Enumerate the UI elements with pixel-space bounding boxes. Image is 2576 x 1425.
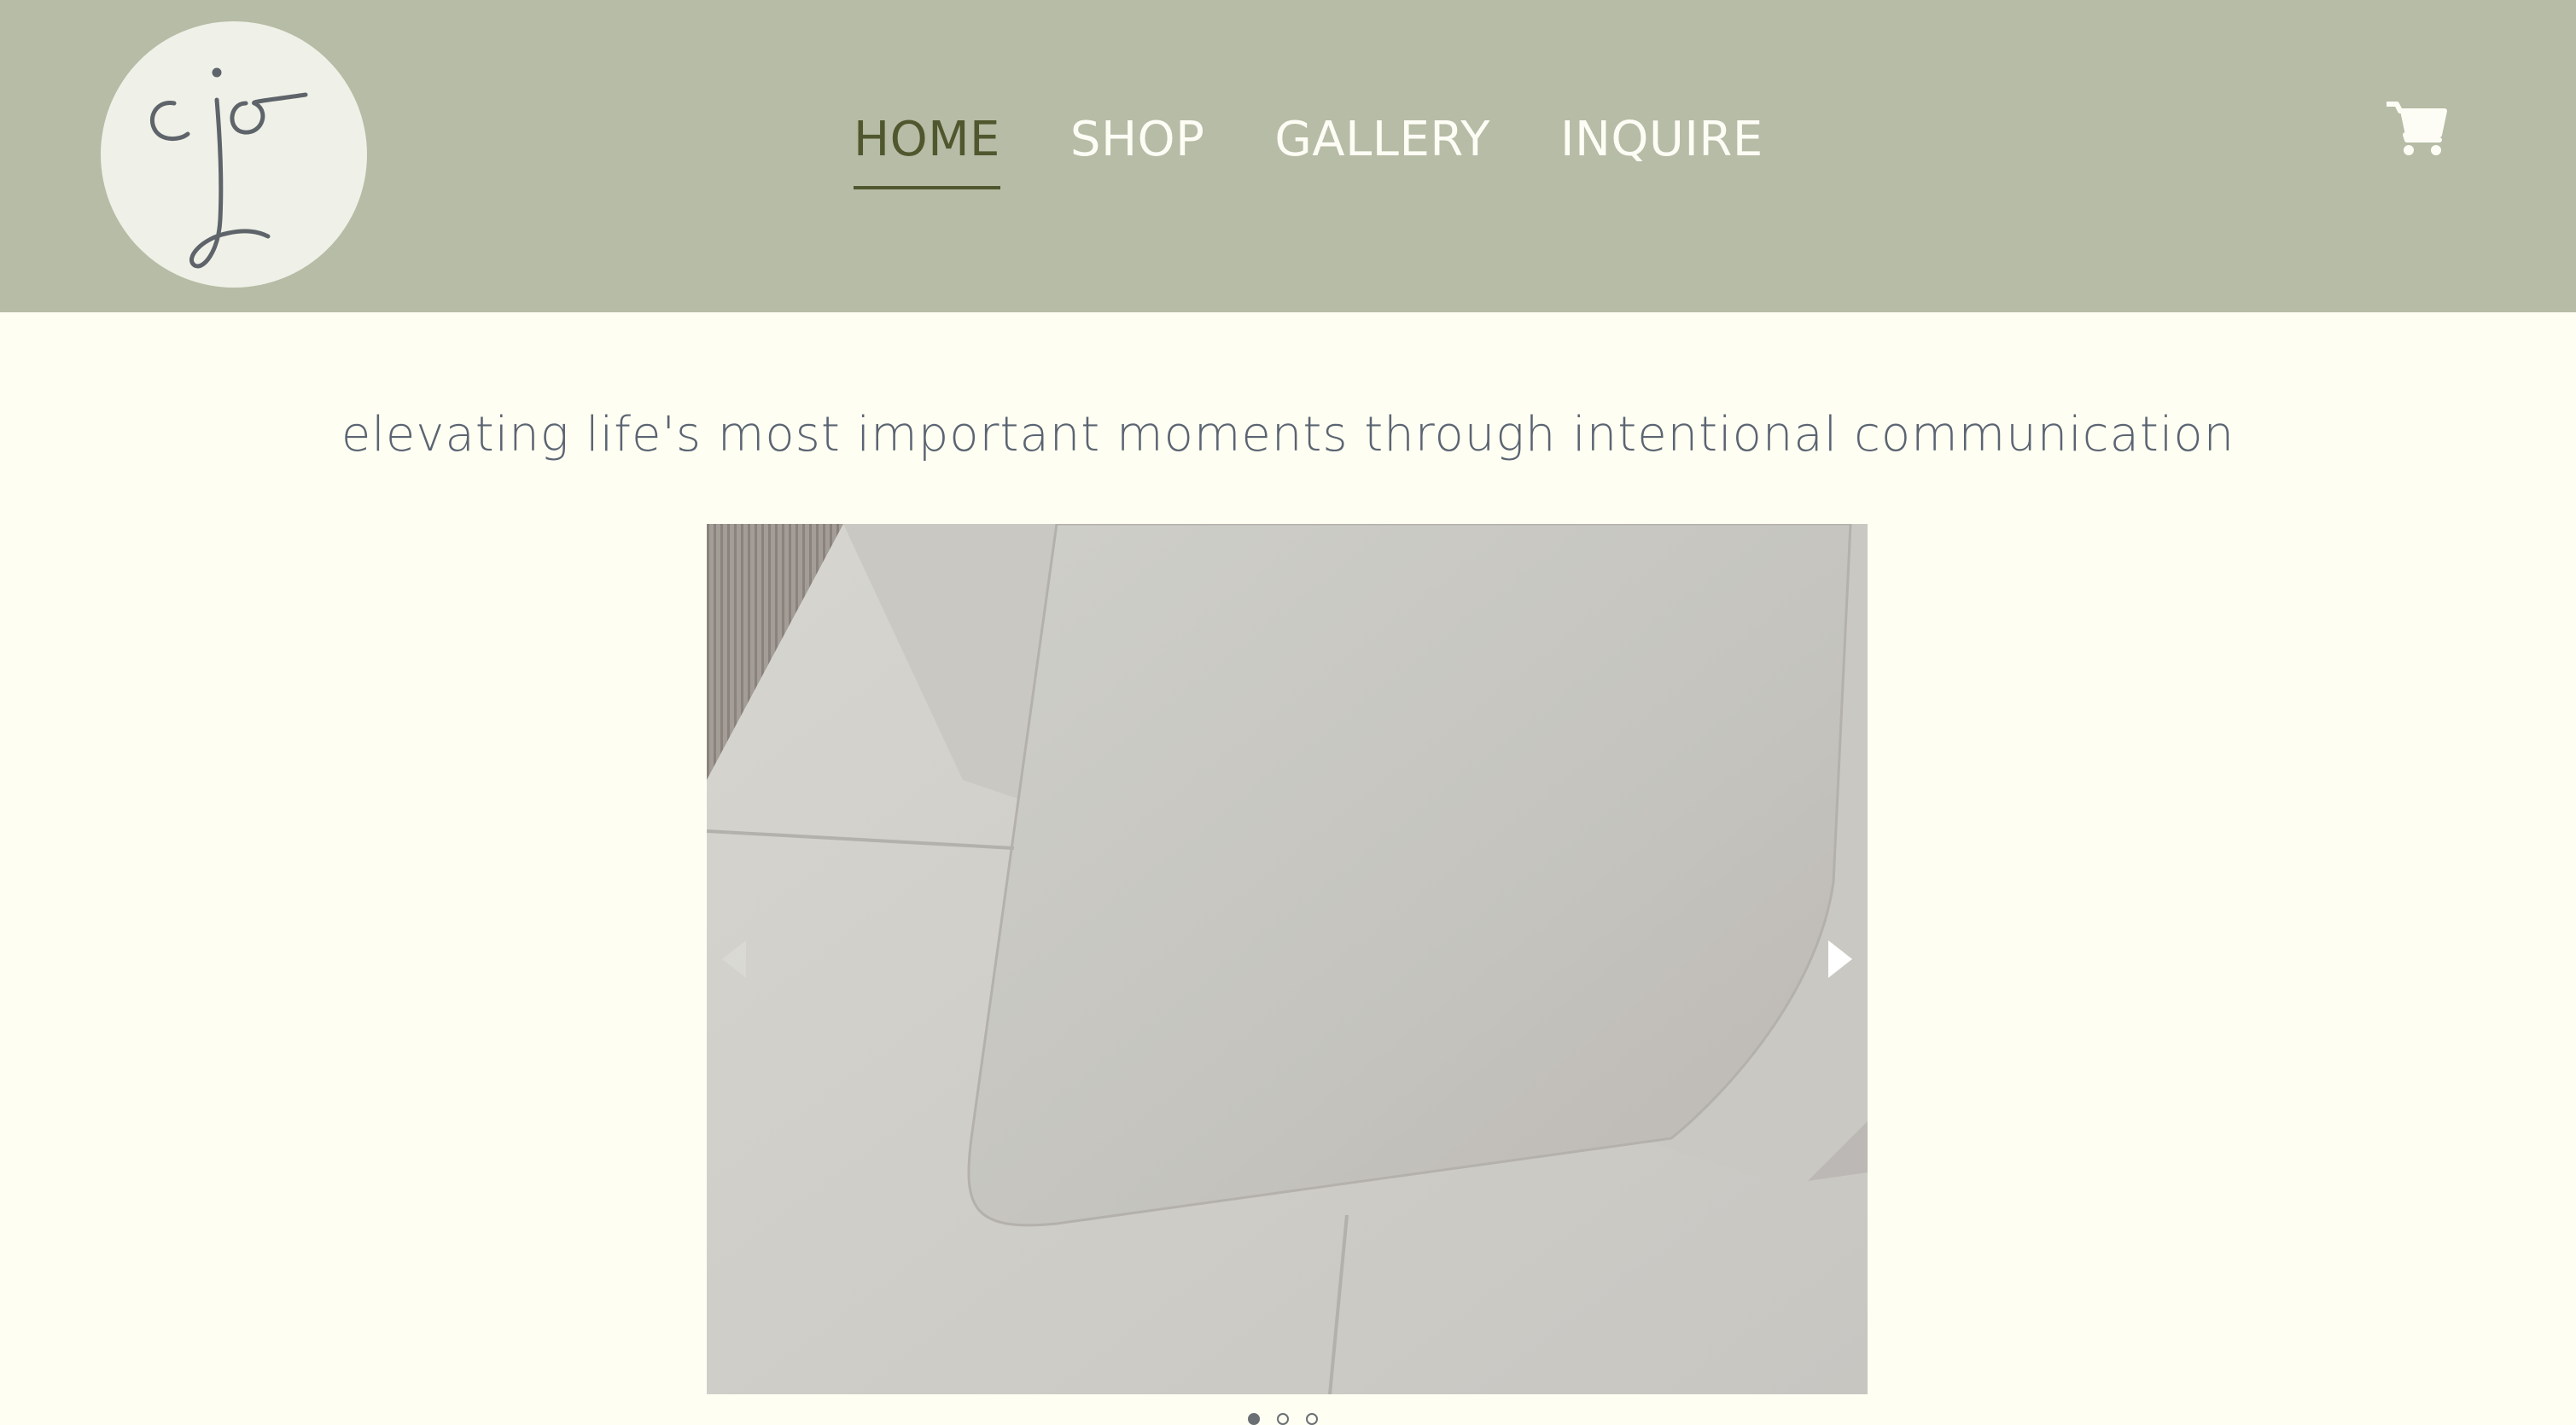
prev-slide-button[interactable]	[717, 937, 751, 981]
nav-item-shop[interactable]: SHOP	[1070, 106, 1205, 189]
nav-item-home[interactable]: HOME	[854, 106, 1000, 189]
hero-tagline: elevating life's most important moments …	[341, 407, 2235, 462]
cart-button[interactable]	[2387, 101, 2448, 157]
nav-item-gallery[interactable]: GALLERY	[1274, 106, 1490, 189]
site-header: HOME SHOP GALLERY INQUIRE	[0, 0, 2576, 312]
jo-monogram-logo-icon	[149, 67, 308, 269]
shopping-cart-icon	[2387, 102, 2447, 155]
nav-item-inquire[interactable]: INQUIRE	[1560, 106, 1763, 189]
caret-left-icon	[722, 940, 746, 978]
caret-right-icon	[1828, 940, 1852, 978]
main-nav: HOME SHOP GALLERY INQUIRE	[854, 106, 1833, 191]
next-slide-button[interactable]	[1823, 937, 1857, 981]
logo[interactable]	[101, 21, 367, 288]
slide-image	[707, 524, 1868, 1394]
hero-slideshow[interactable]	[707, 524, 1868, 1394]
